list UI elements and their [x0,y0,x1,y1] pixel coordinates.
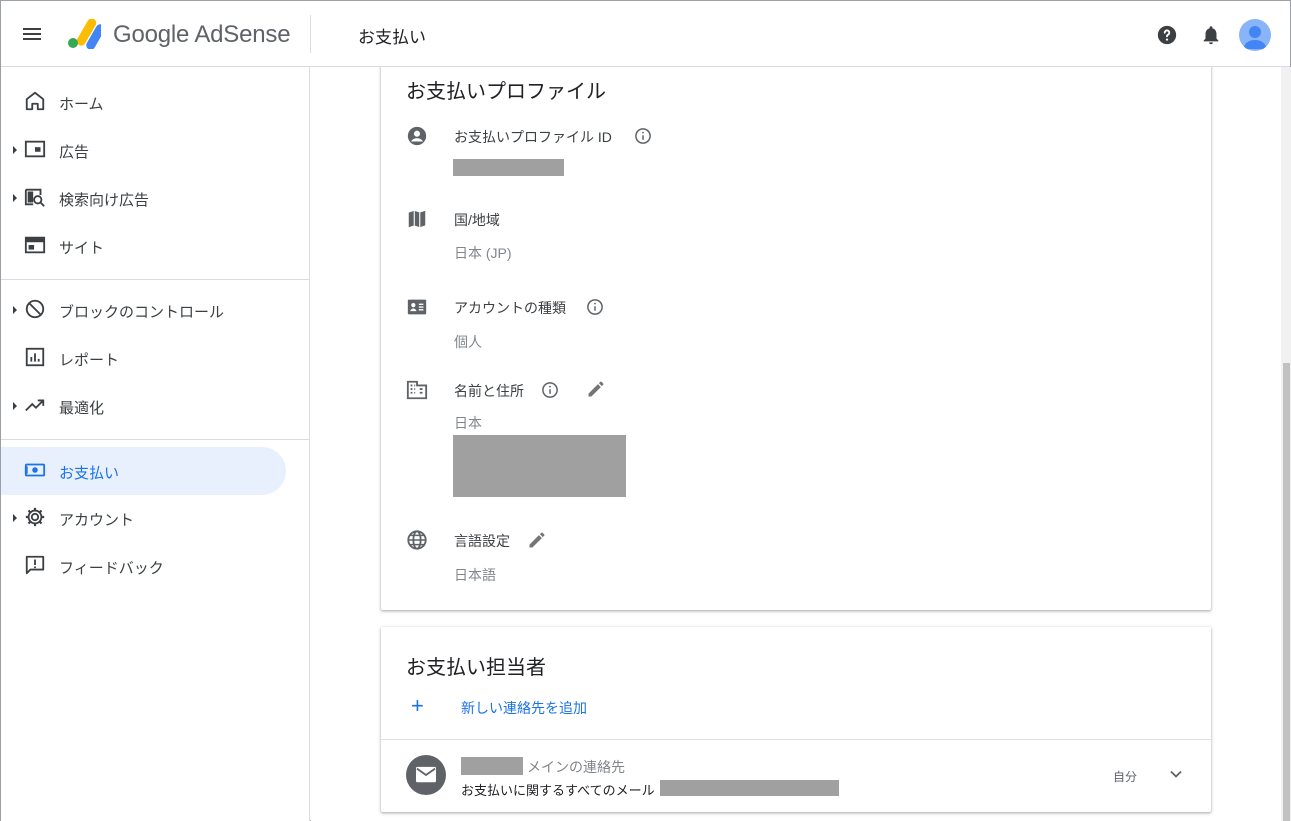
contacts-divider [381,739,1211,740]
profile-id-label: お支払いプロファイル ID [454,129,612,145]
expand-caret-icon [13,402,17,410]
language-label: 言語設定 [454,533,510,549]
sidebar-item-label: 最適化 [59,400,105,417]
sidebar-item-payments[interactable]: お支払い [1,447,286,495]
globe-icon [407,530,427,550]
contact-card-icon [407,299,427,315]
card-title: お支払いプロファイル [406,81,606,103]
redacted-address [453,435,626,497]
redacted-contact-name [461,757,523,775]
sidebar-item-label: ブロックのコントロール [59,304,225,321]
edit-pencil-icon[interactable] [586,379,606,399]
main-content: お支払いプロファイル お支払いプロファイル ID 国/地域 日本 (JP) アカ… [311,67,1281,821]
avatar-person-icon [1243,26,1267,49]
redacted-contact-email [660,780,839,796]
add-contact-label: 新しい連絡先を追加 [461,700,587,716]
menu-icon[interactable] [23,25,47,45]
map-icon [408,210,426,228]
sidebar: ホーム 広告 検索向け広告 サイト ブロックのコントロール レポート 最適化 お… [1,67,310,821]
card-title: お支払い担当者 [406,657,546,679]
sidebar-item-label: お支払い [59,465,120,482]
account-circle-icon [407,126,427,146]
country-label: 国/地域 [454,212,500,228]
search-ads-icon [24,188,45,207]
page-title: お支払い [358,28,426,47]
sidebar-divider [1,279,309,280]
header-divider [310,15,311,53]
sidebar-divider [1,439,309,440]
business-icon [406,380,428,400]
mail-icon [416,766,436,783]
gear-icon [25,507,45,527]
sidebar-item-sites[interactable]: サイト [1,222,286,270]
top-app-bar: Google AdSense お支払い [1,1,1290,67]
redacted-profile-id [453,159,564,176]
account-type-value: 個人 [454,334,482,350]
sidebar-item-label: ホーム [59,96,104,113]
sidebar-item-label: サイト [59,240,105,257]
chevron-down-icon[interactable] [1166,764,1186,784]
sidebar-item-label: アカウント [59,512,135,529]
sidebar-item-home[interactable]: ホーム [1,78,286,126]
adsense-logo-icon [68,19,101,49]
sidebar-item-reports[interactable]: レポート [1,334,286,382]
plus-icon: + [411,693,424,718]
logo-text: Google AdSense [113,21,291,48]
payment-contacts-card: お支払い担当者 + 新しい連絡先を追加 メインの連絡先 お支払いに関するすべての… [381,627,1211,812]
trending-icon [25,399,45,412]
sidebar-item-label: 広告 [59,144,90,161]
info-icon[interactable] [541,381,559,399]
contact-subtitle: お支払いに関するすべてのメール [461,783,655,798]
help-icon[interactable] [1156,24,1178,46]
sidebar-item-label: 検索向け広告 [59,192,150,209]
language-value: 日本語 [454,567,496,583]
expand-caret-icon [13,306,17,314]
home-icon [25,91,45,111]
sidebar-item-feedback[interactable]: フィードバック [1,542,286,590]
account-type-label: アカウントの種類 [454,300,566,316]
sites-icon [24,236,46,254]
expand-caret-icon [13,146,17,154]
contact-role: メインの連絡先 [527,759,625,775]
report-icon [25,347,45,367]
sidebar-item-label: レポート [59,352,120,369]
sidebar-item-label: フィードバック [59,560,164,577]
sidebar-item-search-ads[interactable]: 検索向け広告 [1,174,286,222]
info-icon[interactable] [586,298,604,316]
contact-self-badge: 自分 [1113,770,1138,784]
payments-icon [24,463,46,477]
expand-caret-icon [13,194,17,202]
edit-pencil-icon[interactable] [527,530,547,550]
sidebar-item-block-controls[interactable]: ブロックのコントロール [1,286,286,334]
sidebar-item-ads[interactable]: 広告 [1,126,286,174]
bell-icon[interactable] [1200,24,1222,46]
name-address-value: 日本 [454,415,482,431]
ads-icon [24,140,46,158]
block-icon [25,299,45,319]
payment-profile-card: お支払いプロファイル お支払いプロファイル ID 国/地域 日本 (JP) アカ… [381,67,1211,610]
name-address-label: 名前と住所 [454,383,524,399]
contact-avatar [406,755,446,795]
sidebar-item-account[interactable]: アカウント [1,494,286,542]
avatar[interactable] [1239,19,1271,51]
feedback-icon [25,555,45,575]
expand-caret-icon [13,514,17,522]
info-icon[interactable] [634,127,652,145]
scrollbar-thumb[interactable] [1283,363,1290,821]
sidebar-item-optimization[interactable]: 最適化 [1,382,286,430]
country-value: 日本 (JP) [454,245,512,261]
